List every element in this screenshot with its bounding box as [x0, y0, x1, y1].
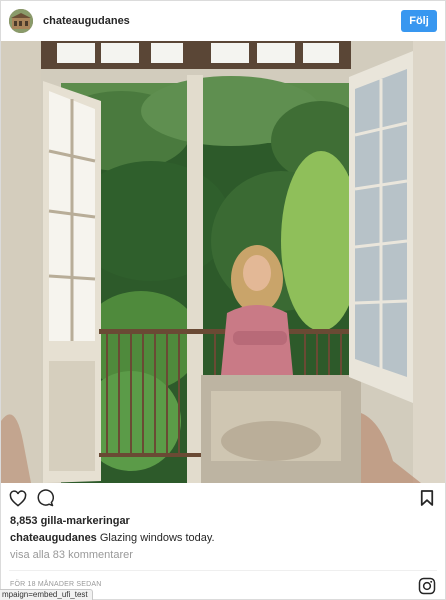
bookmark-icon[interactable] — [417, 488, 437, 508]
heart-icon[interactable] — [8, 488, 28, 508]
caption-text: Glazing windows today. — [99, 532, 215, 544]
caption-username[interactable]: chateaugudanes — [10, 532, 97, 544]
post-username[interactable]: chateaugudanes — [43, 15, 130, 27]
action-bar — [1, 485, 445, 511]
follow-button[interactable]: Följ — [401, 10, 437, 32]
instagram-icon[interactable] — [418, 577, 436, 595]
browser-status-url: mpaign=embed_ufi_test — [0, 589, 93, 600]
view-comments-link[interactable]: visa alla 83 kommentarer — [10, 549, 133, 561]
likes-count[interactable]: 8,853 gilla-markeringar — [10, 515, 130, 527]
post-photo[interactable] — [1, 41, 445, 483]
divider — [9, 570, 437, 571]
instagram-embed-card: chateaugudanes Följ 8,853 gilla-markerin… — [0, 0, 446, 600]
post-timestamp[interactable]: FÖR 18 MÅNADER SEDAN — [10, 581, 102, 588]
caption: chateaugudanes Glazing windows today. — [10, 532, 215, 544]
avatar[interactable] — [9, 9, 33, 33]
post-header: chateaugudanes Följ — [1, 1, 445, 41]
comment-bubble-icon[interactable] — [35, 488, 55, 508]
